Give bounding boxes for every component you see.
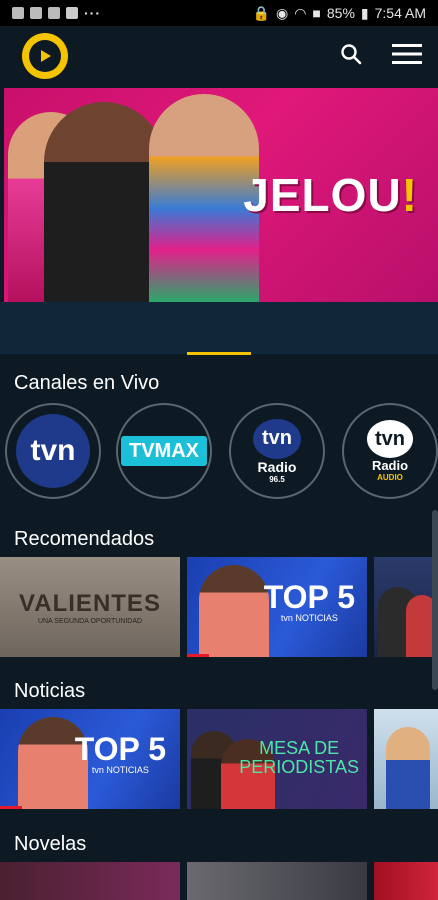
hero-title: JELOU! [243, 168, 418, 222]
news-item-top5[interactable]: TOP 5 tvn NOTICIAS [0, 709, 180, 809]
hero-banner[interactable]: JELOU! [4, 88, 438, 302]
novelas-row [0, 862, 438, 900]
live-channels-row: tvn TVMAX tvn Radio 96.5 tvn Radio AUDIO [0, 403, 438, 503]
news-top5-text-block: TOP 5 tvn NOTICIAS [75, 733, 166, 775]
news-row: TOP 5 tvn NOTICIAS MESA DE PERIODISTAS [0, 709, 438, 813]
recommended-row: VALIENTES UNA SEGUNDA OPORTUNIDAD TOP 5 … [0, 557, 438, 661]
news-top5-title: TOP 5 [74, 731, 166, 767]
channel-tvn-radio-audio[interactable]: tvn Radio AUDIO [342, 403, 438, 499]
channel-tvn-radio[interactable]: tvn Radio 96.5 [229, 403, 325, 499]
tvn-radio-audio-label: Radio [371, 458, 409, 473]
tvn-radio-frequency: 96.5 [269, 474, 285, 484]
hamburger-menu-icon[interactable] [392, 43, 422, 70]
signal-icon: ■ [312, 5, 321, 21]
watch-progress-bar [187, 654, 209, 657]
news-item-mesa-de-periodistas[interactable]: MESA DE PERIODISTAS [187, 709, 367, 809]
app-logo[interactable] [22, 33, 68, 79]
top5-host-image [199, 565, 269, 657]
battery-icon: ▮ [360, 4, 369, 21]
tvn-radio-label: Radio [257, 458, 297, 475]
app-header [0, 26, 438, 86]
status-bar-right: 🔒 ◉ ◠ ■ 85% ▮ 7:54 AM [253, 5, 426, 22]
mesa-text-block: MESA DE PERIODISTAS [239, 739, 359, 777]
hero-person-2 [44, 102, 164, 302]
lock-icon: 🔒 [252, 4, 270, 21]
news-host-image [386, 727, 430, 809]
image-notification-icon [30, 7, 42, 19]
novelas-title: Novelas [14, 833, 87, 855]
battery-level: 85% [326, 5, 355, 21]
location-icon: ◉ [275, 4, 289, 21]
gallery-notification-icon [12, 7, 24, 19]
tvn-logo: tvn [16, 414, 90, 488]
tvn-radio-mark: tvn [253, 418, 301, 459]
game-notification-icon [48, 7, 60, 19]
youtube-notification-icon [66, 7, 78, 19]
tvn-radio-audio-logo: tvn Radio AUDIO [353, 414, 427, 488]
recommended-item-top5[interactable]: TOP 5 tvn NOTICIAS [187, 557, 367, 657]
top5-title: TOP 5 [263, 579, 355, 615]
news-watch-progress-bar [0, 806, 22, 809]
clock: 7:54 AM [374, 5, 426, 21]
recommended-title: Recomendados [14, 528, 155, 550]
hero-caption-band [0, 302, 438, 354]
novela-item-1[interactable] [0, 862, 180, 900]
top5-text-block: TOP 5 tvn NOTICIAS [264, 581, 355, 623]
scrollbar-handle[interactable] [432, 510, 438, 690]
more-notifications-icon: ··· [84, 5, 101, 21]
recommended-item-3[interactable] [374, 557, 438, 657]
audio-label: AUDIO [377, 473, 403, 482]
live-channels-title: Canales en Vivo [14, 372, 160, 394]
carousel-indicator[interactable] [187, 352, 251, 355]
tvn-radio-audio-mark: tvn [367, 420, 413, 458]
novela-item-2[interactable] [187, 862, 367, 900]
wifi-icon: ◠ [294, 4, 307, 21]
mesa-subtitle: PERIODISTAS [239, 756, 359, 777]
mesa-title: MESA DE [259, 738, 340, 758]
search-icon[interactable] [340, 43, 362, 70]
tvmax-logo: TVMAX [121, 436, 207, 466]
channel-tvn[interactable]: tvn [5, 403, 101, 499]
valientes-subtitle: UNA SEGUNDA OPORTUNIDAD [37, 617, 143, 625]
tvn-radio-logo: tvn Radio 96.5 [240, 414, 314, 488]
recommended-item-valientes[interactable]: VALIENTES UNA SEGUNDA OPORTUNIDAD [0, 557, 180, 657]
news-item-3[interactable] [374, 709, 438, 809]
play-icon [29, 40, 61, 72]
hero-title-text: JELOU [243, 169, 402, 221]
valientes-title: VALIENTES [19, 589, 161, 617]
news-title: Noticias [14, 680, 86, 702]
channel-tvmax[interactable]: TVMAX [116, 403, 212, 499]
header-actions [340, 43, 422, 70]
hero-title-mark: ! [401, 169, 418, 221]
status-bar-left: ··· [12, 5, 101, 21]
status-bar: ··· 🔒 ◉ ◠ ■ 85% ▮ 7:54 AM [0, 0, 438, 26]
novela-item-3[interactable] [374, 862, 438, 900]
